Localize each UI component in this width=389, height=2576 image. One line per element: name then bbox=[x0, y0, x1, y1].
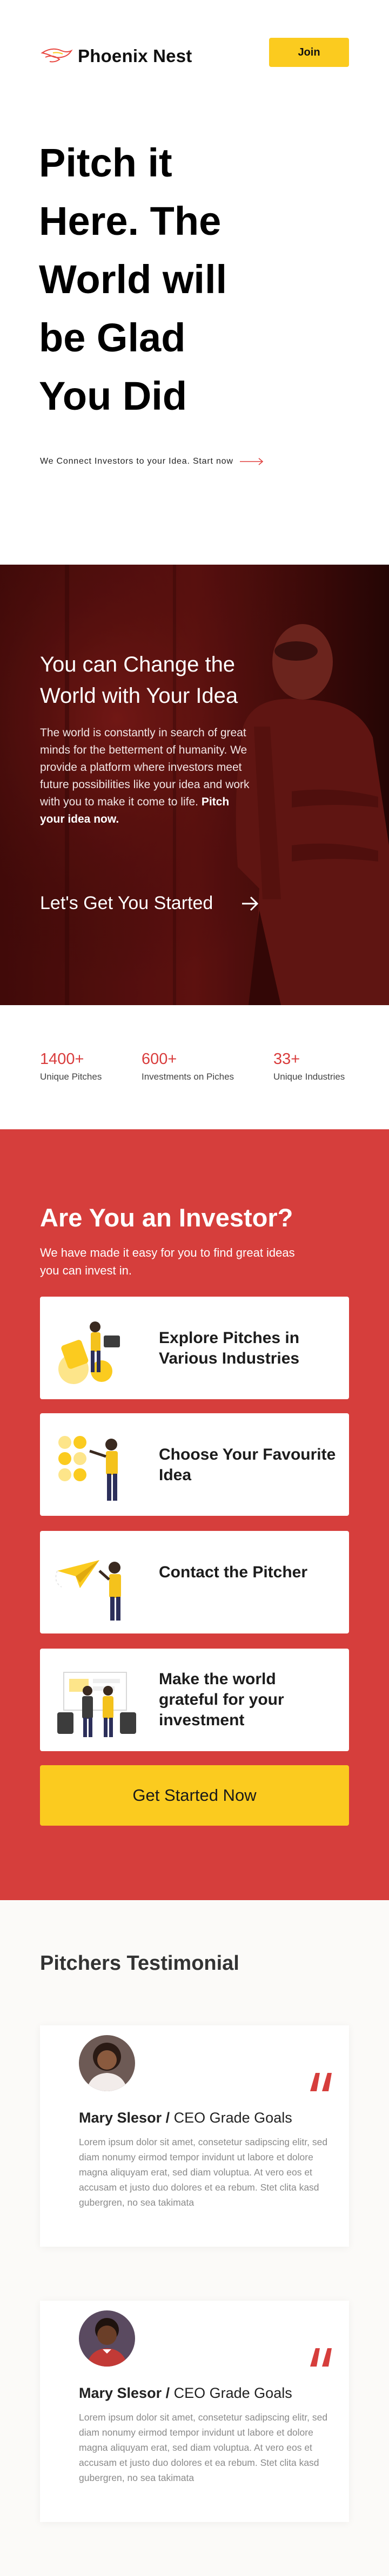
step-card-choose[interactable]: Choose Your Favourite Idea bbox=[40, 1413, 349, 1516]
stat-value: 1400+ bbox=[40, 1050, 84, 1068]
hero-title-line: You Did bbox=[39, 374, 187, 418]
site-header: Phoenix Nest Join bbox=[0, 0, 389, 108]
step-text: Explore Pitches in Various Industries bbox=[159, 1329, 300, 1367]
hero-title-line: Pitch it bbox=[39, 140, 172, 185]
testimonial-text: Lorem ipsum dolor sit amet, consetetur s… bbox=[79, 2137, 328, 2208]
author-name: Mary Slesor bbox=[79, 2110, 162, 2126]
explore-illustration bbox=[58, 1321, 120, 1384]
hero-title-line: be Glad bbox=[39, 315, 186, 360]
phoenix-logo-icon bbox=[41, 48, 73, 63]
get-started-link[interactable]: Let's Get You Started bbox=[40, 893, 259, 914]
investor-title: Are You an Investor? bbox=[40, 1203, 293, 1232]
testimonial-author: Mary Slesor / CEO Grade Goals bbox=[79, 2110, 292, 2126]
hero-title: Pitch it Here. The World will be Glad Yo… bbox=[39, 134, 320, 425]
arrow-right-icon bbox=[239, 458, 263, 465]
testimonial-author: Mary Slesor / CEO Grade Goals bbox=[79, 2385, 292, 2401]
investor-title-bold: Investor? bbox=[178, 1203, 293, 1232]
promo-title: You can Change the World with Your Idea bbox=[40, 653, 238, 708]
choose-illustration bbox=[58, 1436, 118, 1501]
testimonial-text: Lorem ipsum dolor sit amet, consetetur s… bbox=[79, 2412, 328, 2483]
stats-section: 1400+ Unique Pitches 600+ Investments on… bbox=[0, 1005, 389, 1129]
stat-industries: 33+ Unique Industries bbox=[273, 1050, 345, 1082]
brand-logo[interactable]: Phoenix Nest bbox=[40, 45, 192, 67]
step-card-invest[interactable]: Make the world grateful for your investm… bbox=[40, 1649, 349, 1751]
testimonial-card: Mary Slesor / CEO Grade Goals Lorem ipsu… bbox=[40, 2025, 349, 2247]
get-started-link-label: Let's Get You Started bbox=[40, 893, 213, 913]
brand-name: Phoenix Nest bbox=[78, 46, 192, 66]
step-text: Make the world grateful for your investm… bbox=[159, 1670, 284, 1729]
quote-icon bbox=[310, 2073, 332, 2091]
stat-label: Unique Pitches bbox=[40, 1072, 102, 1082]
investor-subtitle: We have made it easy for you to find gre… bbox=[40, 1246, 295, 1277]
author-role: CEO Grade Goals bbox=[173, 2110, 292, 2126]
hero-title-line: Here. The bbox=[39, 199, 222, 243]
step-card-contact[interactable]: Contact the Pitcher bbox=[40, 1531, 349, 1633]
stat-label: Unique Industries bbox=[273, 1072, 345, 1082]
avatar bbox=[79, 2310, 135, 2367]
stat-pitches: 1400+ Unique Pitches bbox=[40, 1050, 102, 1082]
author-name: Mary Slesor bbox=[79, 2385, 162, 2401]
step-text: Choose Your Favourite Idea bbox=[159, 1446, 336, 1484]
author-role: CEO Grade Goals bbox=[173, 2385, 292, 2401]
hero-title-line: World will bbox=[39, 257, 227, 302]
promo-text: The world is constantly in search of gre… bbox=[40, 724, 256, 828]
stat-label: Investments on Piches bbox=[142, 1072, 234, 1082]
stat-value: 600+ bbox=[142, 1050, 177, 1068]
step-card-explore[interactable]: Explore Pitches in Various Industries bbox=[40, 1297, 349, 1399]
testimonials-section: Pitchers Testimonial Mary Slesor / CEO G… bbox=[0, 1900, 389, 2576]
investor-section: Are You an Investor? We have made it eas… bbox=[0, 1129, 389, 1900]
start-now-link[interactable]: We Connect Investors to your Idea. Start… bbox=[40, 457, 264, 466]
stat-value: 33+ bbox=[273, 1050, 300, 1068]
promo-section: You can Change the World with Your Idea … bbox=[0, 565, 389, 1005]
investor-title-prefix: Are You an bbox=[40, 1203, 172, 1232]
avatar bbox=[79, 2035, 135, 2091]
testimonials-title: Pitchers Testimonial bbox=[40, 1952, 239, 1975]
testimonials-title-rest: Testimonial bbox=[126, 1952, 239, 1975]
testimonial-card: Mary Slesor / CEO Grade Goals Lorem ipsu… bbox=[40, 2301, 349, 2522]
quote-icon bbox=[310, 2348, 332, 2367]
contact-illustration bbox=[55, 1560, 121, 1621]
arrow-right-icon bbox=[242, 896, 259, 911]
join-button[interactable]: Join bbox=[269, 38, 349, 67]
get-started-now-button[interactable]: Get Started Now bbox=[40, 1765, 349, 1826]
start-now-text: We Connect Investors to your Idea. Start… bbox=[40, 457, 233, 466]
stat-investments: 600+ Investments on Piches bbox=[142, 1050, 234, 1082]
testimonials-title-bold: Pitchers bbox=[40, 1952, 121, 1975]
step-text: Contact the Pitcher bbox=[159, 1563, 308, 1581]
invest-illustration bbox=[57, 1672, 136, 1737]
